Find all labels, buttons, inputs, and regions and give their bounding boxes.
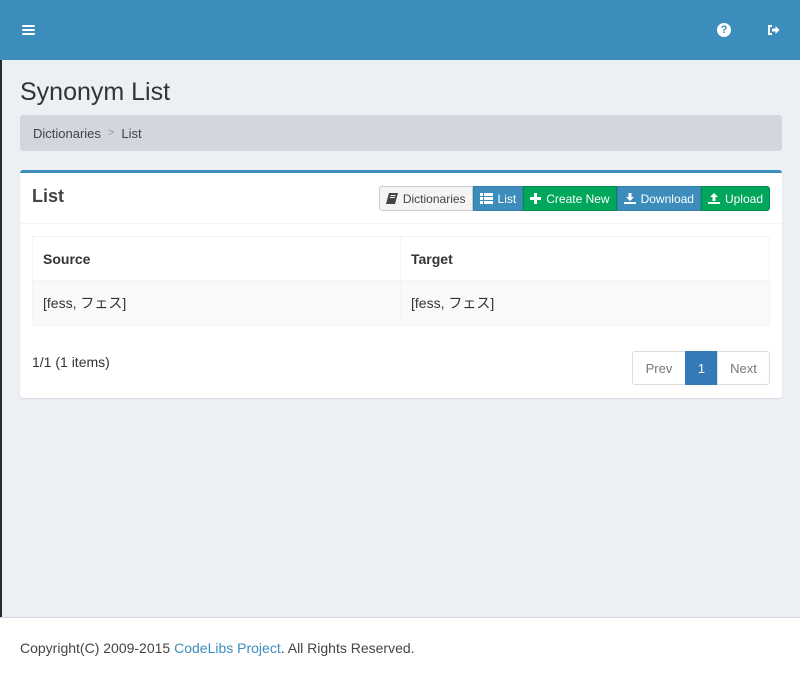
download-button-label: Download <box>640 191 694 206</box>
box-title: List <box>32 186 65 206</box>
list-box: List Dictionaries List Create New Downlo… <box>20 170 782 398</box>
copyright-suffix: . All Rights Reserved. <box>280 640 415 656</box>
table-header-row: Source Target <box>32 236 770 281</box>
breadcrumb-separator: > <box>107 127 115 139</box>
sign-out-icon[interactable] <box>763 20 783 40</box>
upload-button[interactable]: Upload <box>700 186 770 211</box>
cell-target: [fess, フェス] <box>400 280 770 326</box>
box-header: List Dictionaries List Create New Downlo… <box>20 173 782 224</box>
page-1-button[interactable]: 1 <box>685 351 718 385</box>
copyright-prefix: Copyright(C) 2009-2015 <box>20 640 175 656</box>
dictionaries-button[interactable]: Dictionaries <box>378 186 473 211</box>
page-title: Synonym List <box>20 78 171 106</box>
th-list-icon <box>479 193 493 204</box>
cell-source: [fess, フェス] <box>32 280 401 326</box>
download-icon <box>623 193 636 204</box>
footer: Copyright(C) 2009-2015 CodeLibs Project.… <box>0 617 800 679</box>
create-new-button[interactable]: Create New <box>523 186 617 211</box>
download-button[interactable]: Download <box>616 186 701 211</box>
header-target: Target <box>400 236 770 281</box>
plus-icon <box>530 193 542 204</box>
list-button[interactable]: List <box>472 186 524 211</box>
breadcrumb: Dictionaries > List <box>20 115 782 151</box>
prev-page-button[interactable]: Prev <box>632 351 686 385</box>
hamburger-icon[interactable] <box>18 20 38 40</box>
breadcrumb-dictionaries[interactable]: Dictionaries <box>33 126 101 141</box>
item-count: 1/1 (1 items) <box>32 354 110 370</box>
next-page-button[interactable]: Next <box>717 351 770 385</box>
book-icon <box>385 193 398 204</box>
list-button-label: List <box>497 191 517 206</box>
header-source: Source <box>32 236 401 281</box>
upload-icon <box>707 193 720 204</box>
sidebar-edge <box>0 0 2 617</box>
upload-button-label: Upload <box>724 191 763 206</box>
dictionaries-button-label: Dictionaries <box>402 191 466 206</box>
synonym-table: Source Target [fess, フェス] [fess, フェス] <box>32 236 770 326</box>
top-navbar: ? <box>0 0 800 60</box>
table-row[interactable]: [fess, フェス] [fess, フェス] <box>32 280 770 326</box>
action-button-group: Dictionaries List Create New Download Up… <box>378 186 770 211</box>
codelibs-link[interactable]: CodeLibs Project <box>174 640 281 656</box>
question-circle-icon[interactable]: ? <box>714 20 734 40</box>
breadcrumb-list: List <box>121 125 142 141</box>
create-new-button-label: Create New <box>546 191 610 206</box>
pagination: Prev 1 Next <box>632 351 770 385</box>
